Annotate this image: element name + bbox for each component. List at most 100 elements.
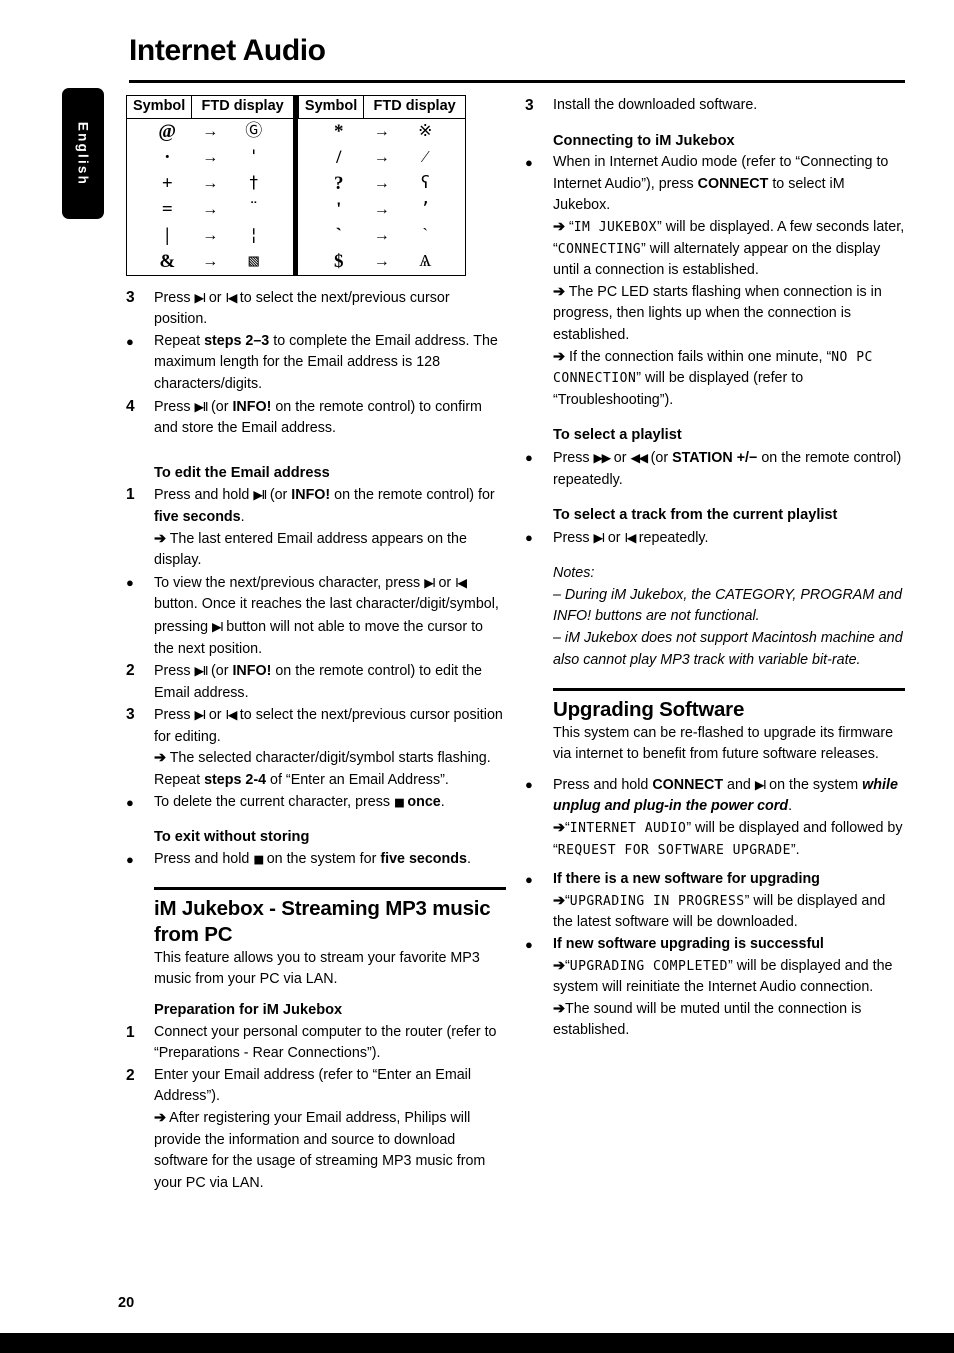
mute-notice: ➔The sound will be muted until the conne…	[525, 999, 905, 1042]
bullet-icon: ●	[525, 776, 533, 792]
symbol-ftd: †	[248, 172, 259, 193]
text-emphasis: steps 2-4	[204, 772, 267, 789]
arrow-right-icon: ➔	[553, 348, 565, 365]
new-software-result: ➔“UPGRADING IN PROGRESS” will be display…	[525, 891, 905, 934]
prep-step-2: 2 Enter your Email address (refer to “En…	[126, 1065, 506, 1108]
heading-preparation-im-jukebox: Preparation for iM Jukebox	[154, 1002, 343, 1019]
table-row: / → ⁄	[298, 145, 465, 171]
edit-step-3: 3 Press ▶I or I◀ to select the next/prev…	[126, 704, 506, 748]
note-item: – During iM Jukebox, the CATEGORY, PROGR…	[553, 586, 903, 625]
symbol-ftd: ’	[420, 198, 430, 219]
arrow-right-icon: ➔	[553, 820, 565, 837]
symbol-source: +	[161, 172, 173, 194]
result-text: The PC LED starts flashing when connecti…	[553, 283, 882, 343]
text-fragment: Press	[154, 289, 195, 306]
step-marker: 3	[126, 706, 135, 724]
text-fragment: on the system for	[262, 850, 381, 867]
arrow-icon: →	[202, 252, 219, 270]
text-fragment: To view the next/previous character, pre…	[154, 574, 425, 591]
text-fragment: (or	[207, 663, 233, 680]
symbol-source: ?	[333, 172, 344, 194]
step-marker: 3	[525, 97, 534, 114]
heading-connecting-im-jukebox: Connecting to iM Jukebox	[553, 132, 735, 149]
bullet-text: Press ▶▶ or ◀◀ (or STATION +/− on the re…	[553, 447, 905, 491]
rewind-icon: ◀◀	[630, 449, 648, 465]
bullet-icon: ●	[525, 155, 533, 171]
symbol-source: $	[333, 250, 344, 272]
step-4-confirm-store: 4 Press ▶II (or INFO! on the remote cont…	[126, 396, 506, 440]
stop-icon: ■	[253, 851, 264, 866]
bullet-upgrade-successful: ● If new software upgrading is successfu…	[525, 934, 905, 956]
heading-select-playlist: To select a playlist	[553, 427, 682, 444]
step-text: Connect your personal computer to the ro…	[154, 1023, 497, 1062]
step-text: Press and hold ▶II (or INFO! on the remo…	[154, 484, 506, 528]
notes-section: Notes: – During iM Jukebox, the CATEGORY…	[553, 563, 905, 671]
heading-edit-email-address: To edit the Email address	[154, 464, 330, 481]
bullet-connect-jukebox: ● When in Internet Audio mode (refer to …	[525, 152, 905, 217]
symbol-ftd: ¦	[248, 224, 259, 245]
symbol-source: &	[159, 250, 176, 272]
symbol-ftd: '	[248, 146, 259, 167]
next-track-icon: ▶I	[424, 574, 436, 590]
jukebox-intro-text: This feature allows you to stream your f…	[154, 949, 480, 988]
text-emphasis: five seconds	[154, 508, 241, 525]
table-row: @ → Ⓖ	[127, 119, 293, 145]
play-pause-icon: ▶II	[253, 487, 267, 503]
text-fragment: ”.	[790, 841, 800, 858]
bullet-exit-without-storing: ● Press and hold ■ on the system for fiv…	[126, 849, 506, 871]
bullet-text: To delete the current character, press ■…	[154, 792, 506, 814]
bullet-view-character: ● To view the next/previous character, p…	[126, 572, 506, 660]
arrow-icon: →	[202, 200, 219, 218]
step-text: Press ▶II (or INFO! on the remote contro…	[154, 396, 506, 440]
table-row: ? → ʕ	[298, 171, 465, 197]
bullet-icon: ●	[525, 936, 533, 952]
display-message: REQUEST FOR SOFTWARE UPGRADE	[557, 842, 791, 858]
prep-step-1: 1 Connect your personal computer to the …	[126, 1022, 506, 1065]
section-divider	[154, 887, 506, 890]
step-text: Press ▶I or I◀ to select the next/previo…	[154, 704, 506, 748]
arrow-icon: →	[373, 226, 390, 244]
table-row: | → ¦	[127, 223, 293, 249]
text-fragment: (or	[265, 487, 292, 504]
prep-step-2-result: ➔ After registering your Email address, …	[126, 1108, 506, 1194]
language-tab-label: English	[75, 121, 91, 186]
text-fragment: and	[723, 776, 755, 793]
step-marker: 3	[126, 288, 135, 306]
next-track-icon: ▶I	[754, 776, 767, 792]
section-divider	[553, 688, 905, 691]
text-fragment: .	[440, 793, 445, 810]
symbol-ftd: ⁄	[423, 146, 427, 167]
step-marker: 2	[126, 1066, 135, 1084]
heading-im-jukebox-streaming: iM Jukebox - Streaming MP3 music from PC	[154, 896, 491, 946]
text-emphasis: STATION	[672, 449, 733, 466]
heading-upgrading-software: Upgrading Software	[553, 697, 745, 721]
text-fragment: Press	[553, 529, 594, 546]
bullet-text: Press and hold ■ on the system for five …	[154, 849, 506, 871]
prev-track-icon: I◀	[624, 529, 637, 545]
text-fragment: Repeat	[154, 332, 205, 349]
symbol-conversion-table: Symbol FTD display Symbol FTD display @ …	[125, 95, 466, 276]
step-marker: 1	[126, 1023, 135, 1041]
arrow-icon: →	[373, 174, 390, 192]
display-message: INTERNET AUDIO	[569, 821, 687, 837]
text-fragment: .	[788, 798, 793, 815]
text-fragment: Press	[154, 707, 195, 724]
arrow-right-icon: ➔	[553, 957, 565, 974]
stop-icon: ■	[394, 794, 405, 809]
text-fragment: .	[240, 508, 245, 525]
symbol-ftd: Ⓖ	[245, 120, 262, 141]
table-body-left: @ → Ⓖ · → ' + → † = → ¨ | → ¦ & → ▧	[127, 118, 294, 275]
language-tab: English	[62, 88, 104, 219]
edit-step-3-result: ➔ The selected character/digit/symbol st…	[126, 748, 506, 791]
title-divider	[129, 80, 905, 83]
symbol-ftd: ¨	[248, 198, 259, 219]
text-fragment: or	[204, 707, 226, 724]
step-3-install-software: 3 Install the downloaded software.	[525, 95, 905, 117]
text-fragment: Press	[154, 663, 195, 680]
bullet-icon: ●	[126, 333, 134, 349]
next-track-icon: ▶I	[194, 707, 207, 723]
text-fragment: or	[204, 289, 226, 306]
bullet-icon: ●	[525, 872, 533, 888]
next-track-icon: ▶I	[194, 289, 207, 305]
symbol-source: '	[336, 198, 342, 220]
